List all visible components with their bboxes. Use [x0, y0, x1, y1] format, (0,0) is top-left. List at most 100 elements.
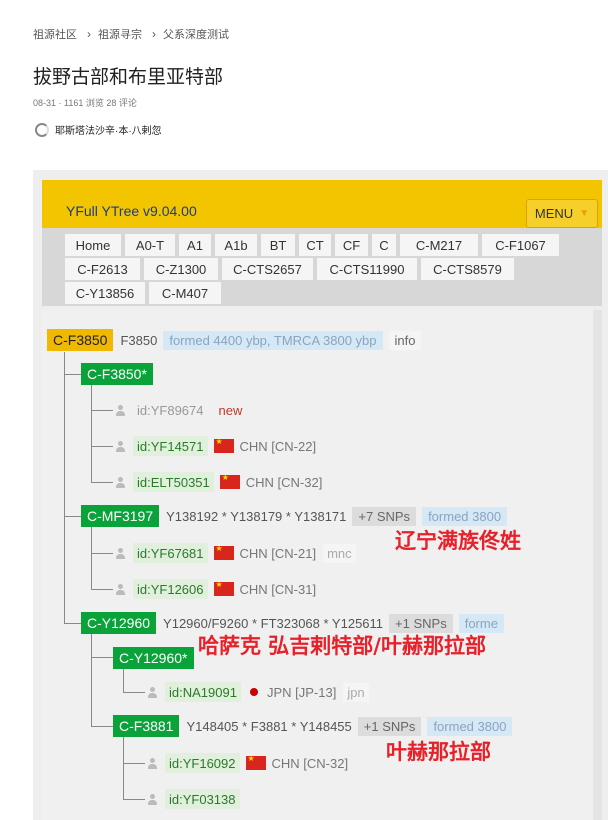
sample-id[interactable]: id:YF14571	[133, 436, 208, 456]
nav-tab[interactable]: C	[372, 234, 396, 256]
country-code: CHN [CN-22]	[239, 438, 317, 454]
japan-flag-icon	[247, 685, 261, 699]
population-tag: jpn	[343, 682, 369, 702]
tree-connector	[91, 482, 113, 483]
tree-panel	[42, 310, 593, 820]
info-link[interactable]: info	[388, 330, 422, 350]
sample-id[interactable]: id:YF89674	[133, 400, 208, 420]
nav-tab[interactable]: C-CTS8579	[421, 258, 514, 280]
sample-row: id:ELT50351 CHN [CN-32]	[115, 472, 322, 492]
person-icon	[115, 583, 126, 595]
snp-list: Y148405 * F3881 * Y148455	[186, 718, 352, 734]
tree-connector	[123, 692, 145, 693]
country-code: CHN [CN-32]	[245, 474, 323, 490]
person-icon	[147, 686, 158, 698]
sample-id[interactable]: id:YF03138	[165, 789, 240, 809]
author-name[interactable]: 耶斯塔法沙辛·本·八剌忽	[55, 122, 162, 137]
haplogroup-label[interactable]: C-F3850*	[81, 363, 153, 385]
annotation-text: 辽宁满族佟姓	[395, 529, 521, 553]
tree-connector	[91, 446, 113, 447]
nav-tab[interactable]: BT	[261, 234, 295, 256]
yfull-title[interactable]: YFull YTree v9.04.00	[66, 203, 197, 219]
yfull-header: YFull YTree v9.04.00 MENU ▼	[42, 180, 602, 228]
tree-connector	[91, 527, 92, 589]
tree-connector	[64, 374, 81, 375]
haplogroup-label[interactable]: C-F3881	[113, 715, 180, 737]
embedded-screenshot: YFull YTree v9.04.00 MENU ▼ Home A0-T A1…	[33, 170, 608, 820]
nav-tab[interactable]: C-Y13856	[65, 282, 145, 304]
nav-tab[interactable]: C-CTS11990	[317, 258, 417, 280]
nav-tab[interactable]: C-Z1300	[144, 258, 218, 280]
china-flag-icon	[213, 545, 234, 560]
new-tag: new	[218, 402, 243, 418]
sample-id[interactable]: id:YF16092	[165, 753, 240, 773]
nav-tab[interactable]: CT	[299, 234, 331, 256]
nav-tabs: Home A0-T A1 A1b BT CT CF C C-M217 C-F10…	[42, 228, 602, 306]
tree-connector	[91, 589, 113, 590]
formed-badge: formed 4400 ybp, TMRCA 3800 ybp	[163, 330, 383, 350]
nav-tab[interactable]: C-M407	[149, 282, 221, 304]
chevron-right-icon: ›	[152, 27, 156, 41]
sample-id[interactable]: id:YF12606	[133, 579, 208, 599]
breadcrumb-item-community[interactable]: 祖源社区	[33, 26, 77, 42]
extra-snps-badge[interactable]: +1 SNPs	[357, 716, 422, 736]
tree-connector	[123, 763, 145, 764]
caret-down-icon: ▼	[579, 208, 590, 219]
haplogroup-label[interactable]: C-Y12960	[81, 612, 157, 634]
person-icon	[115, 476, 126, 488]
tree-node: C-F3850*	[81, 363, 153, 385]
breadcrumb: 祖源社区 › 祖源寻宗 › 父系深度测试	[33, 26, 229, 42]
tree-connector	[91, 726, 113, 727]
article-meta: 08-31 · 1161 浏览 28 评论	[33, 98, 137, 108]
person-icon	[147, 793, 158, 805]
snp-list: Y12960/F9260 * FT323068 * Y125611	[163, 615, 384, 631]
tree-connector	[123, 799, 145, 800]
sample-id[interactable]: id:NA19091	[165, 682, 241, 702]
sample-row: id:YF67681 CHN [CN-21] mnc	[115, 543, 356, 563]
population-tag: mnc	[323, 543, 356, 563]
tree-node: C-F3881 Y148405 * F3881 * Y148455 +1 SNP…	[113, 715, 513, 737]
author[interactable]: 耶斯塔法沙辛·本·八剌忽	[35, 122, 162, 137]
tree-connector	[123, 737, 124, 799]
sample-id[interactable]: id:YF67681	[133, 543, 208, 563]
haplogroup-label[interactable]: C-Y12960*	[113, 647, 194, 669]
tree-connector	[91, 634, 92, 726]
nav-tab[interactable]: C-M217	[400, 234, 478, 256]
tree-connector	[91, 657, 113, 658]
china-flag-icon	[213, 581, 234, 596]
formed-badge: formed 3800	[422, 506, 508, 526]
formed-badge: formed 3800	[427, 716, 513, 736]
nav-tab[interactable]: CF	[335, 234, 368, 256]
extra-snps-badge[interactable]: +7 SNPs	[352, 506, 417, 526]
tree-connector	[91, 385, 92, 482]
annotation-text: 叶赫那拉部	[386, 740, 491, 764]
tree-connector	[91, 410, 113, 411]
nav-tab[interactable]: A0-T	[125, 234, 175, 256]
haplogroup-label[interactable]: C-F3850	[47, 329, 114, 351]
china-flag-icon	[219, 474, 240, 489]
sample-row: id:NA19091 JPN [JP-13] jpn	[147, 682, 369, 702]
tree-node: C-Y12960*	[113, 647, 194, 669]
nav-tab[interactable]: Home	[65, 234, 121, 256]
menu-label: MENU	[534, 206, 574, 221]
scrollbar[interactable]	[593, 310, 602, 820]
nav-tab[interactable]: A1b	[215, 234, 257, 256]
nav-tab[interactable]: A1	[179, 234, 211, 256]
person-icon	[115, 547, 126, 559]
breadcrumb-item-search[interactable]: 祖源寻宗	[98, 26, 142, 42]
tree-node: C-MF3197 Y138192 * Y138179 * Y138171 +7 …	[81, 505, 508, 527]
tree-connector	[91, 553, 113, 554]
sample-id[interactable]: id:ELT50351	[133, 472, 214, 492]
breadcrumb-item-paternal[interactable]: 父系深度测试	[163, 26, 229, 42]
china-flag-icon	[245, 755, 266, 770]
nav-tab[interactable]: C-F2613	[65, 258, 140, 280]
menu-button[interactable]: MENU ▼	[526, 199, 598, 228]
sample-row: id:YF16092 CHN [CN-32]	[147, 753, 348, 773]
avatar[interactable]	[35, 122, 49, 137]
haplogroup-label[interactable]: C-MF3197	[81, 505, 160, 527]
nav-tab[interactable]: C-CTS2657	[222, 258, 313, 280]
nav-tab[interactable]: C-F1067	[482, 234, 559, 256]
snp-list: Y138192 * Y138179 * Y138171	[166, 508, 347, 524]
country-code: CHN [CN-32]	[271, 755, 349, 771]
snp-list: F3850	[120, 332, 158, 348]
